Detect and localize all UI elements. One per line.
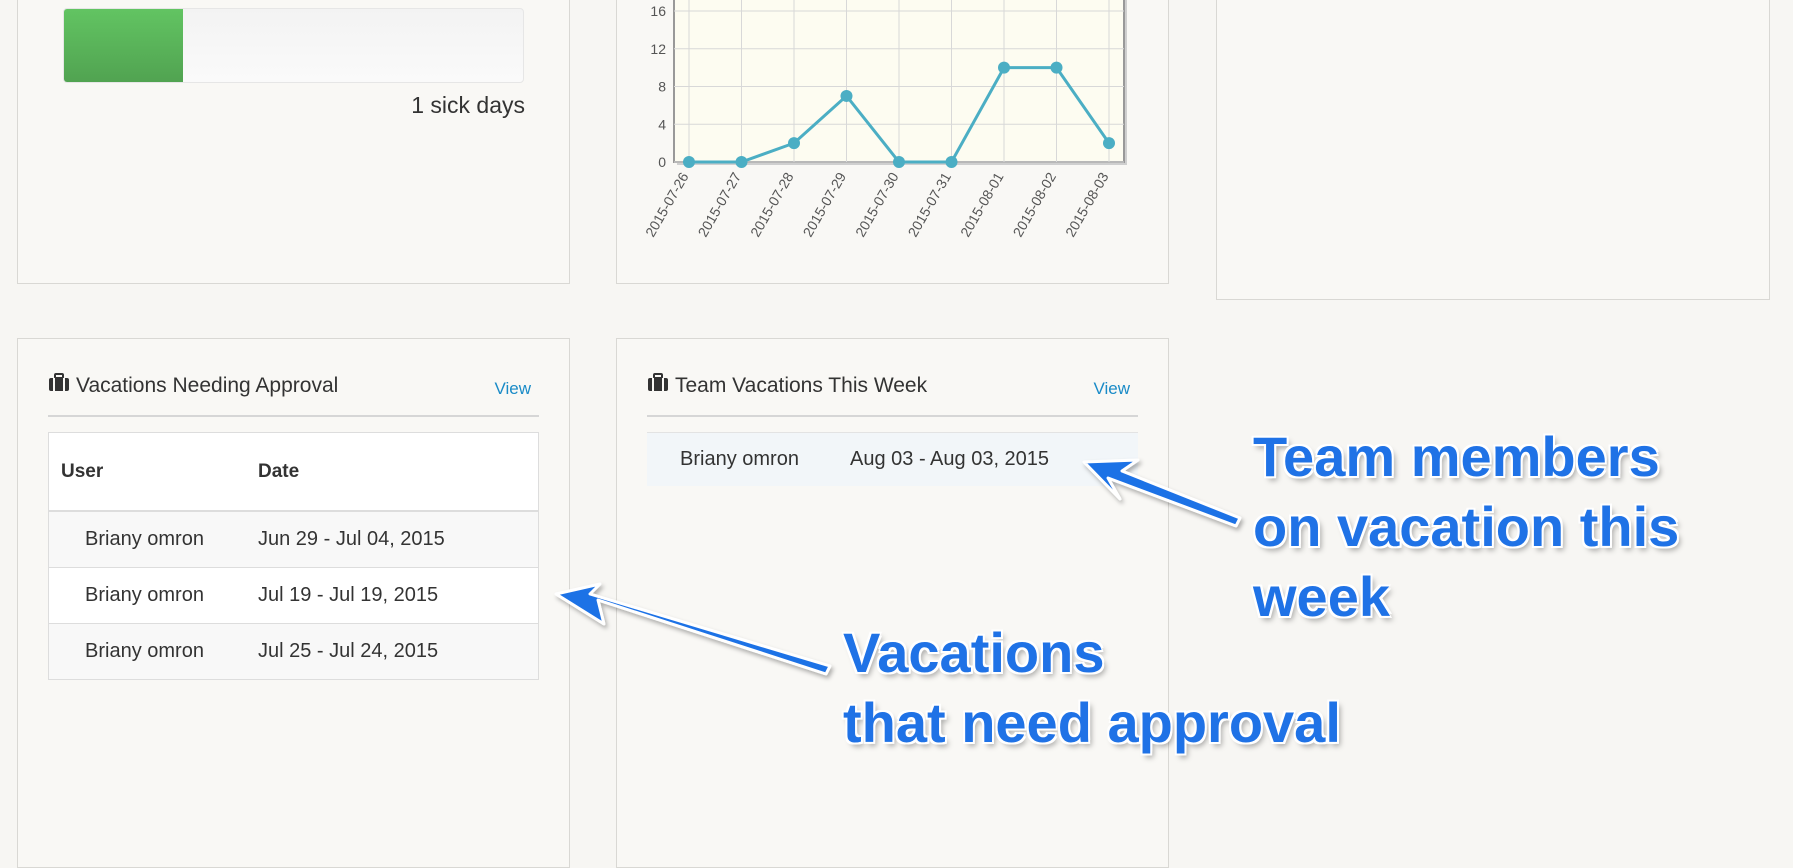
table-row[interactable]: Briany omron Jul 19 - Jul 19, 2015 xyxy=(49,568,538,624)
y-tick-label: 4 xyxy=(658,116,666,132)
row-user: Briany omron xyxy=(85,584,204,606)
briefcase-icon xyxy=(48,373,70,398)
data-point xyxy=(945,156,958,168)
team-vacations-panel: Team Vacations This Week View Briany omr… xyxy=(616,338,1169,868)
y-tick-label: 8 xyxy=(658,79,666,95)
approval-panel-header: Vacations Needing Approval View xyxy=(48,369,539,417)
vacations-needing-approval-panel: Vacations Needing Approval View User Dat… xyxy=(17,338,570,868)
list-item[interactable]: Briany omron Aug 03 - Aug 03, 2015 xyxy=(647,432,1138,486)
annotation-line: Vacations xyxy=(843,621,1105,684)
approval-panel-title: Vacations Needing Approval xyxy=(76,373,339,397)
row-user: Briany omron xyxy=(680,448,799,470)
row-user: Briany omron xyxy=(85,528,204,550)
column-header-date: Date xyxy=(258,461,300,482)
x-tick-label: 2015-07-26 xyxy=(642,169,692,239)
y-tick-label: 16 xyxy=(650,3,666,19)
team-view-link[interactable]: View xyxy=(1093,379,1130,399)
team-panel-header: Team Vacations This Week View xyxy=(647,369,1138,417)
team-panel-title: Team Vacations This Week xyxy=(675,373,928,397)
x-tick-label: 2015-08-03 xyxy=(1062,169,1112,239)
row-date: Aug 03 - Aug 03, 2015 xyxy=(850,448,1050,470)
table-row[interactable]: Briany omron Jul 25 - Jul 24, 2015 xyxy=(49,624,538,679)
data-point xyxy=(998,61,1010,74)
briefcase-icon xyxy=(647,373,669,398)
row-date: Jul 25 - Jul 24, 2015 xyxy=(258,640,439,662)
row-date: Jun 29 - Jul 04, 2015 xyxy=(258,528,445,550)
row-date: Jul 19 - Jul 19, 2015 xyxy=(258,584,439,606)
annotation-vacations-approval: Vacations that need approval xyxy=(843,618,1341,758)
x-tick-label: 2015-07-30 xyxy=(852,169,902,239)
sick-days-progress-bar xyxy=(63,8,524,83)
data-point xyxy=(735,156,748,168)
x-tick-label: 2015-07-28 xyxy=(747,169,797,239)
empty-panel xyxy=(1216,0,1770,300)
data-point xyxy=(893,156,905,168)
table-header-row: User Date xyxy=(49,433,538,512)
data-point xyxy=(1050,61,1063,74)
x-tick-label: 2015-07-29 xyxy=(799,169,849,239)
data-point xyxy=(788,137,800,150)
approval-view-link[interactable]: View xyxy=(494,379,531,399)
annotation-line: that need approval xyxy=(843,691,1341,754)
data-point xyxy=(840,89,853,102)
data-point xyxy=(1103,137,1115,150)
annotation-line: Team members xyxy=(1253,425,1660,488)
sick-days-panel: 1 sick days xyxy=(17,0,570,284)
vacation-chart-panel: 0 4 8 12 16 2015-07-26 2015-07-27 2015-07-28 201… xyxy=(616,0,1169,284)
vacation-line-chart: 04812162015-07-26 2015-07-27 2015-07-28 201… xyxy=(642,0,1127,240)
sick-days-label: 1 sick days xyxy=(411,92,525,118)
table-row[interactable]: Briany omron Jun 29 - Jul 04, 2015 xyxy=(49,512,538,568)
annotation-team-members: Team members on vacation this week xyxy=(1253,422,1679,632)
data-point xyxy=(683,156,695,168)
column-header-user: User xyxy=(61,461,104,482)
x-tick-label: 2015-08-02 xyxy=(1009,169,1059,239)
x-tick-label: 2015-07-31 xyxy=(904,169,954,239)
y-tick-label: 12 xyxy=(650,41,666,57)
approval-table: User Date Briany omron Jun 29 - Jul 04, … xyxy=(48,432,539,680)
row-user: Briany omron xyxy=(85,640,204,662)
y-tick-label: 0 xyxy=(658,154,666,170)
x-tick-label: 2015-08-01 xyxy=(957,169,1007,239)
x-tick-label: 2015-07-27 xyxy=(694,169,744,239)
annotation-line: on vacation this xyxy=(1253,495,1680,558)
sick-days-progress-fill xyxy=(64,9,184,82)
